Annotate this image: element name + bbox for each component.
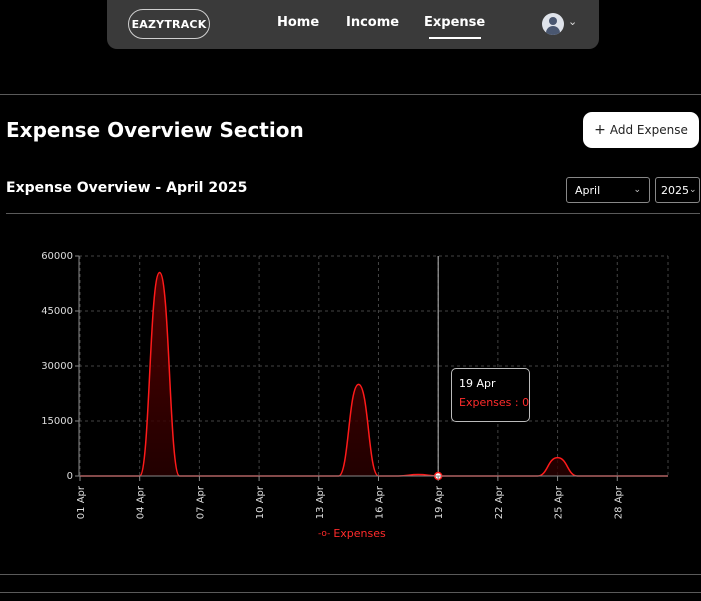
user-menu[interactable]: ⌄ xyxy=(542,13,580,35)
x-tick-label: 01 Apr xyxy=(76,485,87,519)
expense-page: EAZYTRACK Home Income Expense ⌄ Expense … xyxy=(0,0,701,601)
add-expense-button[interactable]: + Add Expense xyxy=(583,112,699,148)
tooltip-value: 0 xyxy=(522,396,530,409)
x-tick-label: 10 Apr xyxy=(255,485,266,519)
plus-icon: + xyxy=(594,122,606,138)
chart-tooltip: 19 Apr Expenses : 0 xyxy=(451,368,530,422)
overview-divider xyxy=(6,213,700,214)
page-title: Expense Overview Section xyxy=(6,118,304,142)
header-divider xyxy=(0,94,701,95)
chart-axes: 0 15000 30000 45000 60000 01 Apr 04 Apr 07 Apr 1… xyxy=(41,251,668,519)
expense-area-chart: 0 15000 30000 45000 60000 01 Apr 04 Apr 07 Apr 1… xyxy=(41,251,669,519)
y-tick-label: 60000 xyxy=(41,251,73,262)
x-tick-label: 19 Apr xyxy=(434,485,445,519)
nav-link-expense[interactable]: Expense xyxy=(424,15,485,39)
top-navbar: EAZYTRACK Home Income Expense ⌄ xyxy=(107,0,599,49)
tooltip-label: Expenses : xyxy=(459,396,523,409)
chevron-down-icon: ⌄ xyxy=(689,185,697,195)
month-select[interactable]: April ⌄ xyxy=(566,177,650,203)
chart-cursor xyxy=(433,256,443,481)
area-fill xyxy=(80,272,658,476)
nav-link-income[interactable]: Income xyxy=(346,15,399,30)
x-tick-label: 16 Apr xyxy=(374,485,385,519)
overview-title: Expense Overview - April 2025 xyxy=(6,180,248,196)
x-tick-label: 22 Apr xyxy=(494,485,505,519)
footer-divider xyxy=(0,574,701,575)
month-select-value: April xyxy=(575,183,601,197)
year-select-value: 2025 xyxy=(661,183,689,197)
add-expense-label: Add Expense xyxy=(609,123,688,137)
x-tick-label: 07 Apr xyxy=(195,485,206,519)
year-select[interactable]: 2025 ⌄ xyxy=(655,177,700,203)
x-tick-label: 28 Apr xyxy=(613,485,624,519)
legend-marker-icon: -o- xyxy=(318,528,331,539)
footer-divider-2 xyxy=(0,592,701,593)
tooltip-date: 19 Apr xyxy=(459,377,496,390)
chevron-down-icon: ⌄ xyxy=(568,15,578,28)
user-avatar-icon xyxy=(542,13,564,35)
x-tick-label: 25 Apr xyxy=(554,485,565,519)
y-tick-label: 15000 xyxy=(41,416,73,427)
y-tick-label: 0 xyxy=(67,471,73,482)
chart-legend[interactable]: -o- Expenses xyxy=(318,527,386,540)
y-tick-label: 30000 xyxy=(41,361,73,372)
nav-link-home[interactable]: Home xyxy=(277,15,319,30)
y-tick-label: 45000 xyxy=(41,306,73,317)
chevron-down-icon: ⌄ xyxy=(633,185,641,195)
x-tick-label: 13 Apr xyxy=(315,485,326,519)
chart-area-series xyxy=(80,271,668,477)
x-tick-label: 04 Apr xyxy=(136,485,147,519)
brand-logo[interactable]: EAZYTRACK xyxy=(128,9,210,39)
tooltip-value-line: Expenses : 0 xyxy=(459,396,529,409)
legend-label: Expenses xyxy=(333,527,386,540)
